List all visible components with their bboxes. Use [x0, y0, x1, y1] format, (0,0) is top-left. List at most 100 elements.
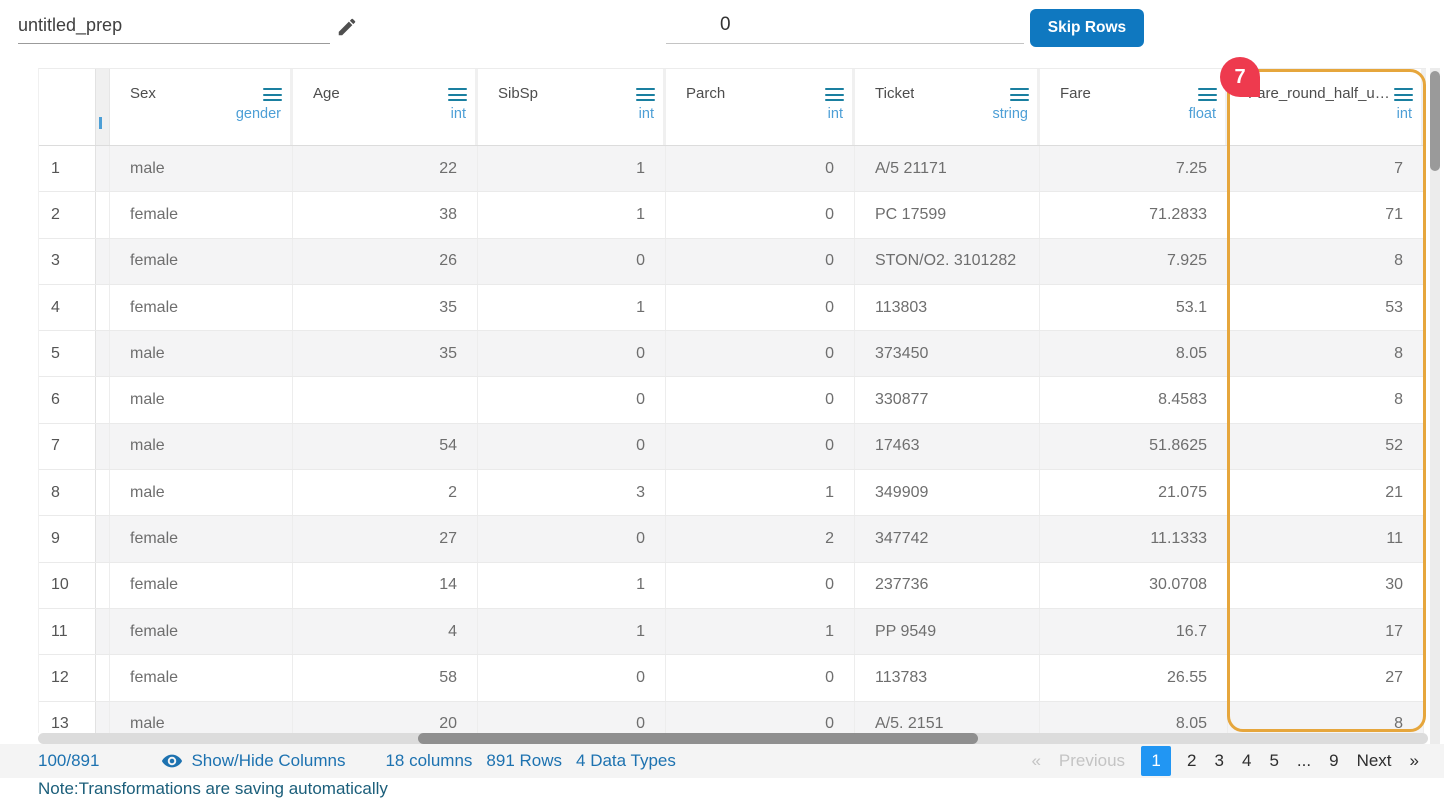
table-cell: 0	[666, 238, 855, 284]
skip-rows-button[interactable]: Skip Rows	[1030, 9, 1144, 47]
table-cell: 0	[478, 516, 666, 562]
table-cell: 0	[478, 238, 666, 284]
column-name: Fare	[1060, 85, 1091, 102]
page-[interactable]: «	[1031, 751, 1040, 771]
clipped-cell	[96, 331, 110, 377]
row-index: 11	[39, 608, 96, 655]
row-index: 2	[39, 192, 96, 238]
table-row: 3 female 26 0 0 STON/O2. 3101282 7.925 8	[39, 238, 1426, 285]
table-cell: 1	[666, 608, 855, 655]
table-row: 2 female 38 1 0 PC 17599 71.2833 71	[39, 192, 1426, 239]
table-cell: 21	[1228, 470, 1424, 516]
column-header-sibsp[interactable]: SibSp int	[478, 69, 666, 145]
table-cell: 7.925	[1040, 238, 1228, 284]
table-cell: 53.1	[1040, 284, 1228, 331]
table-cell: 0	[666, 423, 855, 470]
clipped-cell	[96, 470, 110, 516]
table-cell: 58	[293, 655, 478, 701]
table-row: 13 male 20 0 0 A/5. 2151 8.05 8	[39, 701, 1426, 733]
column-menu-icon[interactable]	[1394, 85, 1413, 105]
table-cell: 0	[666, 655, 855, 701]
table-cell: 27	[1228, 655, 1424, 701]
column-header-fare[interactable]: Fare float	[1040, 69, 1228, 145]
rows-stat: 891 Rows	[486, 751, 563, 770]
page-[interactable]: ...	[1297, 751, 1311, 771]
clipped-cell	[96, 284, 110, 331]
autosave-note: Note:Transformations are saving automati…	[38, 779, 388, 798]
column-header-parch[interactable]: Parch int	[666, 69, 855, 145]
row-index: 12	[39, 655, 96, 701]
table-row: 5 male 35 0 0 373450 8.05 8	[39, 331, 1426, 378]
horizontal-scrollbar[interactable]	[38, 733, 1428, 744]
show-hide-columns-button[interactable]: Show/Hide Columns	[161, 750, 345, 772]
table-cell: 11.1333	[1040, 516, 1228, 562]
column-header-ticket[interactable]: Ticket string	[855, 69, 1040, 145]
column-header-age[interactable]: Age int	[293, 69, 478, 145]
skip-rows-input[interactable]	[666, 8, 1024, 44]
column-menu-icon[interactable]	[263, 85, 282, 105]
column-menu-icon[interactable]	[1010, 85, 1029, 105]
page-[interactable]: »	[1410, 751, 1419, 771]
page-next[interactable]: Next	[1357, 751, 1392, 771]
row-index: 6	[39, 377, 96, 423]
edit-title-icon[interactable]	[336, 16, 358, 38]
clipped-cell	[96, 701, 110, 733]
table-cell: 7.25	[1040, 146, 1228, 192]
table-cell: 16.7	[1040, 608, 1228, 655]
show-hide-columns-label: Show/Hide Columns	[191, 751, 346, 770]
page-9[interactable]: 9	[1329, 751, 1338, 771]
table-header-row: Sex gender Age int SibSp int Parch int Ticket str…	[39, 69, 1426, 146]
table-cell: 0	[478, 377, 666, 423]
column-menu-icon[interactable]	[1198, 85, 1217, 105]
table-cell: 8	[1228, 701, 1424, 733]
page-4[interactable]: 4	[1242, 751, 1251, 771]
table-cell: 0	[478, 423, 666, 470]
clipped-column-header	[96, 69, 110, 145]
table-row: 11 female 4 1 1 PP 9549 16.7 17	[39, 608, 1426, 656]
page-2[interactable]: 2	[1187, 751, 1196, 771]
top-bar: Skip Rows	[0, 0, 1444, 68]
table-cell: 11	[1228, 516, 1424, 562]
row-index: 13	[39, 701, 96, 733]
page-1[interactable]: 1	[1141, 746, 1172, 776]
column-name: SibSp	[498, 85, 539, 102]
column-header-top: Parch	[686, 85, 844, 105]
table-cell: male	[110, 377, 293, 423]
table-row: 7 male 54 0 0 17463 51.8625 52	[39, 423, 1426, 471]
column-menu-icon[interactable]	[825, 85, 844, 105]
columns-stat: 18 columns	[385, 751, 473, 770]
page-3[interactable]: 3	[1215, 751, 1224, 771]
row-index: 10	[39, 562, 96, 608]
table-cell: 35	[293, 331, 478, 377]
horizontal-scrollbar-thumb[interactable]	[418, 733, 978, 744]
table-cell: 0	[666, 701, 855, 733]
table-cell: male	[110, 423, 293, 470]
column-type-label: float	[1188, 105, 1216, 122]
vertical-scrollbar[interactable]	[1430, 68, 1440, 744]
footer-bar: 100/891 Show/Hide Columns 18 columns 891…	[0, 744, 1444, 778]
page-5[interactable]: 5	[1269, 751, 1278, 771]
table-cell: 8.05	[1040, 331, 1228, 377]
column-menu-icon[interactable]	[636, 85, 655, 105]
column-header-sex[interactable]: Sex gender	[110, 69, 293, 145]
column-type-label: int	[638, 105, 654, 122]
row-index: 4	[39, 284, 96, 331]
table-cell: 30	[1228, 562, 1424, 608]
table-cell: male	[110, 146, 293, 192]
column-header-top: Ticket	[875, 85, 1029, 105]
table-cell: A/5 21171	[855, 146, 1040, 192]
column-menu-icon[interactable]	[448, 85, 467, 105]
table-cell: 0	[478, 655, 666, 701]
table-cell	[293, 377, 478, 423]
vertical-scrollbar-thumb[interactable]	[1430, 71, 1440, 171]
column-header-top: Fare_round_half_up...	[1248, 85, 1413, 105]
row-index: 8	[39, 470, 96, 516]
page-previous[interactable]: Previous	[1059, 751, 1125, 771]
clipped-cell	[96, 146, 110, 192]
column-header-top: SibSp	[498, 85, 655, 105]
prep-title-input[interactable]	[18, 12, 330, 44]
table-row: 12 female 58 0 0 113783 26.55 27	[39, 655, 1426, 702]
table-cell: 8	[1228, 377, 1424, 423]
table-cell: 8.4583	[1040, 377, 1228, 423]
table-row: 10 female 14 1 0 237736 30.0708 30	[39, 562, 1426, 609]
